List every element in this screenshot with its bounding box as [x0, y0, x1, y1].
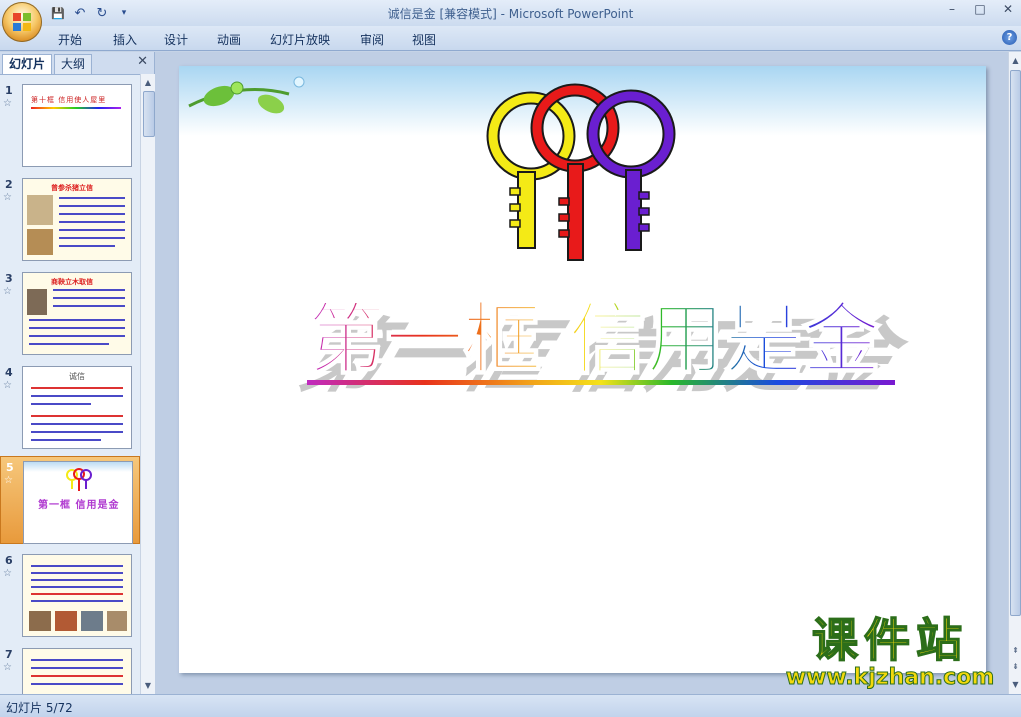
animation-star-icon: ☆	[3, 380, 12, 391]
thumbnail-list: 1 ☆ 第十框 信用使人屋里 2 ☆ 曾参杀猪立信 3 ☆ 商鞅立木取信 4 ☆…	[0, 74, 140, 694]
slide-thumbnail-6[interactable]: 6 ☆	[0, 550, 140, 638]
close-button[interactable]: ✕	[1001, 2, 1015, 16]
tab-animations[interactable]: 动画	[217, 31, 241, 48]
ribbon-tabs: 开始 插入 设计 动画 幻灯片放映 审阅 视图 ?	[0, 26, 1021, 51]
slide-number: 7	[5, 648, 13, 661]
thumbnail-caption: 第十框 信用使人屋里	[31, 96, 107, 104]
title-bar: 诚信是金 [兼容模式] - Microsoft PowerPoint 💾 ↶ ↻…	[0, 0, 1021, 26]
save-icon[interactable]: 💾	[50, 5, 66, 21]
thumbnail-image	[22, 648, 132, 694]
maximize-button[interactable]: □	[973, 2, 987, 16]
tab-review[interactable]: 审阅	[360, 31, 384, 48]
sky-banner	[179, 66, 986, 136]
quick-access-toolbar: 💾 ↶ ↻ ▾	[50, 4, 132, 22]
pane-tabs: 幻灯片 大纲 ✕	[0, 52, 154, 75]
office-button[interactable]	[2, 2, 42, 42]
title-underline	[307, 380, 895, 385]
tab-design[interactable]: 设计	[164, 31, 188, 48]
scroll-down-icon[interactable]: ▼	[1009, 678, 1021, 691]
watermark-url: www.kjzhan.com	[785, 665, 995, 690]
tab-view[interactable]: 视图	[412, 31, 436, 48]
customize-toolbar-icon[interactable]: ▾	[116, 5, 132, 21]
animation-star-icon: ☆	[3, 98, 12, 109]
thumbnail-image: 曾参杀猪立信	[22, 178, 132, 261]
thumbnail-caption: 第一框 信用是金	[38, 500, 120, 511]
animation-star-icon: ☆	[3, 192, 12, 203]
slide-thumbnail-3[interactable]: 3 ☆ 商鞅立木取信	[0, 268, 140, 356]
slide-artwork: 第一框 信用是金 第一框 信用是金	[179, 66, 986, 403]
scroll-up-icon[interactable]: ▲	[141, 76, 155, 89]
slide-canvas[interactable]: 第一框 信用是金 第一框 信用是金	[179, 66, 986, 673]
animation-star-icon: ☆	[4, 475, 13, 486]
tab-home[interactable]: 开始	[58, 31, 82, 48]
next-slide-icon[interactable]: ⇟	[1009, 660, 1021, 673]
scrollbar-thumb[interactable]	[1010, 70, 1021, 616]
prev-slide-icon[interactable]: ⇞	[1009, 644, 1021, 657]
scrollbar-thumb[interactable]	[143, 91, 155, 137]
status-bar: 幻灯片 5/72	[0, 694, 1021, 717]
slide-thumbnail-2[interactable]: 2 ☆ 曾参杀猪立信	[0, 174, 140, 262]
slide-title[interactable]: 第一框 信用是金	[306, 294, 882, 386]
site-watermark: 课件站 www.kjzhan.com	[770, 613, 1010, 694]
thumbnail-caption: 诚信	[69, 372, 85, 381]
animation-star-icon: ☆	[3, 286, 12, 297]
thumbnail-image: 第十框 信用使人屋里	[22, 84, 132, 167]
slide-number: 3	[5, 272, 13, 285]
thumbnail-image: 诚信	[22, 366, 132, 449]
minimize-button[interactable]: –	[945, 2, 959, 16]
thumbnail-image: 第一框 信用是金	[23, 461, 133, 544]
pane-close-icon[interactable]: ✕	[137, 54, 148, 69]
redo-icon[interactable]: ↻	[94, 5, 110, 21]
slide-thumbnail-1[interactable]: 1 ☆ 第十框 信用使人屋里	[0, 80, 140, 168]
thumbnail-image	[22, 554, 132, 637]
thumbnail-caption: 商鞅立木取信	[51, 278, 93, 286]
slides-pane: 幻灯片 大纲 ✕ 1 ☆ 第十框 信用使人屋里 2 ☆ 曾参杀猪立信 3 ☆ 商…	[0, 52, 155, 694]
undo-icon[interactable]: ↶	[72, 5, 88, 21]
slide-editor: 第一框 信用是金 第一框 信用是金	[155, 52, 1008, 694]
slide-number: 4	[5, 366, 13, 379]
scroll-up-icon[interactable]: ▲	[1009, 54, 1021, 67]
animation-star-icon: ☆	[3, 662, 12, 673]
slide-number: 2	[5, 178, 13, 191]
slide-thumbnail-4[interactable]: 4 ☆ 诚信	[0, 362, 140, 450]
tab-insert[interactable]: 插入	[113, 31, 137, 48]
slide-number: 6	[5, 554, 13, 567]
slide-number: 1	[5, 84, 13, 97]
tab-slide-show[interactable]: 幻灯片放映	[270, 31, 330, 48]
thumbnail-scrollbar[interactable]: ▲ ▼	[140, 74, 155, 694]
scroll-down-icon[interactable]: ▼	[141, 679, 155, 692]
slide-thumbnail-5[interactable]: 5 ☆ 第一框 信用是金	[0, 456, 140, 544]
help-icon[interactable]: ?	[1002, 30, 1017, 45]
office-logo-icon	[13, 13, 31, 31]
window-controls: – □ ✕	[945, 2, 1015, 16]
animation-star-icon: ☆	[3, 568, 12, 579]
editor-scrollbar[interactable]: ▲ ⇞ ⇟ ▼	[1008, 52, 1021, 694]
tab-outline[interactable]: 大纲	[54, 54, 93, 74]
thumbnail-caption: 曾参杀猪立信	[51, 184, 93, 192]
slide-counter: 幻灯片 5/72	[6, 701, 73, 715]
slide-number: 5	[6, 461, 14, 474]
tab-slides[interactable]: 幻灯片	[2, 54, 53, 74]
thumbnail-image: 商鞅立木取信	[22, 272, 132, 355]
window-title: 诚信是金 [兼容模式] - Microsoft PowerPoint	[387, 7, 634, 21]
slide-thumbnail-7[interactable]: 7 ☆	[0, 644, 140, 694]
watermark-brand: 课件站	[811, 613, 968, 667]
